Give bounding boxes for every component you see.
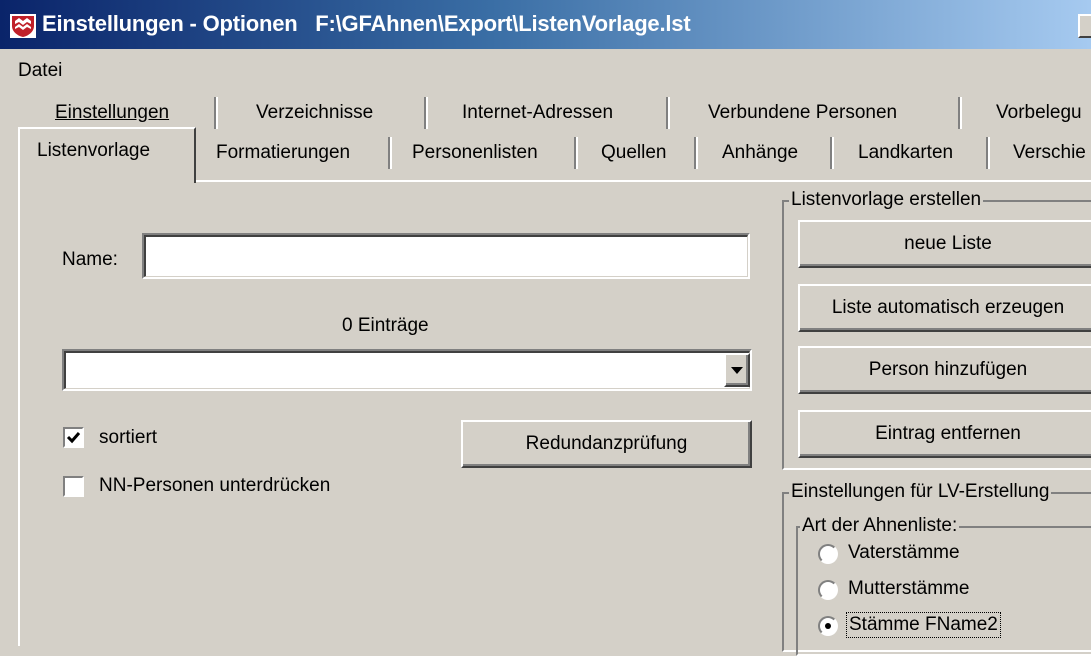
tab-personenlisten[interactable]: Personenlisten (412, 142, 538, 164)
ancestor-list-type-title: Art der Ahnenliste: (800, 515, 960, 537)
tab-separator (958, 97, 962, 129)
entries-count: 0 Einträge (342, 315, 429, 336)
new-list-button[interactable]: neue Liste (798, 220, 1091, 268)
app-shield-icon (10, 14, 36, 38)
radio-mutterstaemme[interactable] (818, 580, 838, 600)
radio-label-staemme-fname2: Stämme FName2 (846, 612, 1001, 638)
radio-label-vaterstaemme: Vaterstämme (848, 542, 960, 563)
title-bar[interactable]: Einstellungen - Optionen F:\GFAhnen\Expo… (0, 0, 1091, 49)
radio-selected-dot (825, 623, 831, 629)
auto-generate-list-button[interactable]: Liste automatisch erzeugen (798, 284, 1091, 332)
add-person-label: Person hinzufügen (868, 359, 1028, 380)
redundancy-check-button[interactable]: Redundanzprüfung (461, 420, 752, 468)
tab-verzeichnisse[interactable]: Verzeichnisse (256, 102, 373, 124)
tab-separator (694, 137, 698, 169)
tab-quellen[interactable]: Quellen (601, 142, 667, 164)
lv-settings-group-title: Einstellungen für LV-Erstellung (789, 481, 1052, 503)
menu-item-datei[interactable]: Datei (18, 60, 62, 82)
tab-separator (574, 137, 578, 169)
radio-staemme-fname2[interactable] (818, 616, 838, 636)
chevron-down-icon (731, 367, 743, 374)
tab-listenvorlage[interactable]: Listenvorlage (37, 140, 150, 162)
radio-vaterstaemme[interactable] (818, 544, 838, 564)
tab-row-bottom: Listenvorlage Formatierungen Personenlis… (0, 131, 1091, 171)
redundancy-check-label: Redundanzprüfung (525, 433, 688, 454)
tab-label: Einstellungen (55, 102, 170, 123)
tab-anhaenge[interactable]: Anhänge (722, 142, 798, 164)
name-label: Name: (62, 249, 118, 270)
close-button[interactable] (1078, 14, 1091, 38)
menu-bar: Datei (0, 51, 1091, 91)
checkmark-icon (66, 432, 81, 444)
entries-dropdown[interactable] (62, 349, 752, 391)
tab-row-top: Einstellungen Verzeichnisse Internet-Adr… (0, 91, 1091, 131)
tab-panel-listenvorlage: Name: 0 Einträge sortiert NN-Personen un… (18, 182, 1091, 656)
new-list-label: neue Liste (904, 233, 992, 254)
add-person-button[interactable]: Person hinzufügen (798, 346, 1091, 394)
tab-separator (388, 137, 392, 169)
nn-persons-label: NN-Personen unterdrücken (99, 475, 331, 496)
remove-entry-label: Eintrag entfernen (875, 423, 1021, 444)
tab-einstellungen[interactable]: Einstellungen (55, 102, 169, 124)
tab-internet-adressen[interactable]: Internet-Adressen (462, 102, 613, 124)
radio-label-mutterstaemme: Mutterstämme (848, 578, 970, 599)
tab-separator (666, 97, 670, 129)
sorted-label: sortiert (99, 427, 158, 448)
tab-separator (424, 97, 428, 129)
nn-persons-checkbox[interactable] (63, 476, 84, 497)
name-input[interactable] (142, 233, 750, 279)
tab-separator (214, 97, 218, 129)
remove-entry-button[interactable]: Eintrag entfernen (798, 410, 1091, 458)
sorted-checkbox[interactable] (63, 427, 84, 448)
tab-separator (830, 137, 834, 169)
window-title: Einstellungen - Optionen F:\GFAhnen\Expo… (42, 11, 691, 36)
tab-verbundene-personen[interactable]: Verbundene Personen (708, 102, 897, 124)
create-list-group-title: Listenvorlage erstellen (789, 189, 984, 211)
tab-separator (986, 137, 990, 169)
tab-landkarten[interactable]: Landkarten (858, 142, 953, 164)
auto-generate-list-label: Liste automatisch erzeugen (831, 297, 1065, 318)
tab-verschiedenes[interactable]: Verschie (1013, 142, 1086, 164)
dropdown-button[interactable] (724, 353, 750, 387)
tab-formatierungen[interactable]: Formatierungen (216, 142, 350, 164)
tab-vorbelegungen[interactable]: Vorbelegu (996, 102, 1082, 124)
